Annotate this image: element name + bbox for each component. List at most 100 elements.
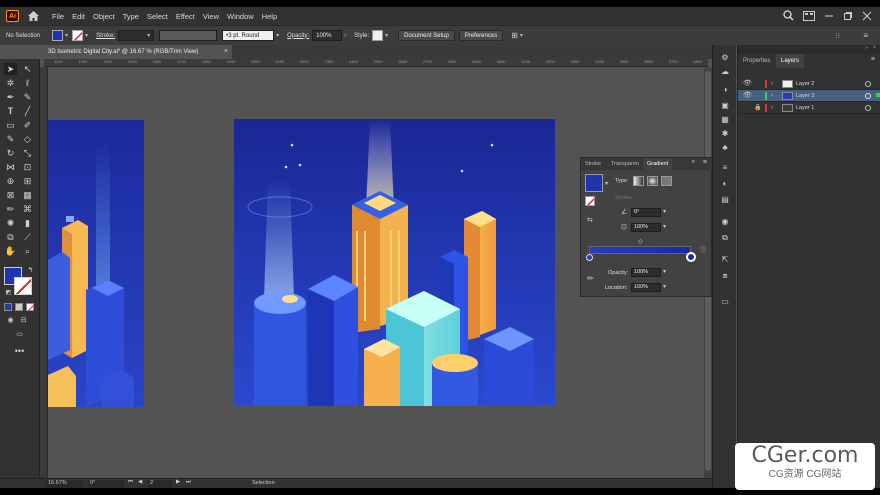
gradient-slider[interactable] (589, 246, 691, 254)
hand-tool-icon[interactable]: ✋ (4, 245, 17, 257)
direct-selection-icon[interactable]: ↖ (21, 63, 34, 75)
restore-icon[interactable] (843, 11, 853, 21)
color-mode-button[interactable] (4, 303, 12, 311)
symbol-sprayer-icon[interactable]: ✺ (4, 217, 17, 229)
panel-options-icon[interactable]: ⁝⁝ (836, 32, 840, 40)
close-tab-icon[interactable]: × (224, 45, 228, 59)
preferences-button[interactable]: Preferences (458, 30, 504, 41)
width-tool-icon[interactable]: ⋈ (4, 161, 17, 173)
delete-stop-icon[interactable]: 🗑 (699, 246, 708, 254)
lasso-icon[interactable]: ℓ (21, 77, 34, 89)
stroke-dropdown-icon[interactable]: ▾ (85, 32, 88, 39)
style-dropdown-icon[interactable]: ▾ (385, 32, 388, 39)
curvature-icon[interactable]: ✎ (21, 91, 34, 103)
mesh-tool-icon[interactable]: ⊠ (4, 189, 17, 201)
linear-gradient-button[interactable] (633, 176, 644, 186)
gradient-tool-icon[interactable]: ▦ (21, 189, 34, 201)
arrange-documents-icon[interactable] (803, 10, 815, 21)
rectangle-tool-icon[interactable]: ▭ (4, 119, 17, 131)
opacity-label[interactable]: Opacity: (287, 33, 309, 39)
properties-icon[interactable]: ⚙ (719, 53, 731, 63)
fill-swatch[interactable] (52, 30, 64, 41)
default-colors-icon[interactable]: ◩ (2, 287, 15, 299)
magic-wand-icon[interactable]: ✲ (4, 77, 17, 89)
selection-tool-icon[interactable]: ➤ (4, 63, 17, 75)
eyedropper-icon[interactable]: ✏ (587, 274, 594, 283)
expand-chevron-icon[interactable]: › (771, 102, 773, 114)
midpoint-diamond-icon[interactable]: ◇ (638, 238, 643, 245)
lock-icon[interactable]: 🔒 (754, 102, 761, 114)
status-mode[interactable]: Selection (252, 480, 275, 486)
panel-menu-icon[interactable]: ≡ (863, 31, 868, 40)
panel-menu-icon[interactable]: ≡ (703, 159, 707, 166)
fill-dropdown-icon[interactable]: ▾ (65, 32, 68, 39)
graphic-styles-icon[interactable]: ⧉ (719, 233, 731, 243)
shape-builder-icon[interactable]: ⊕ (4, 175, 17, 187)
column-graph-icon[interactable]: ▮ (21, 217, 34, 229)
swap-colors-icon[interactable]: ↰ (24, 265, 37, 277)
menu-window[interactable]: Window (227, 12, 254, 21)
last-artboard-icon[interactable]: ⏭ (186, 479, 191, 486)
layer-name[interactable]: Layer 2 (796, 78, 814, 90)
export-icon[interactable]: ⇱ (719, 255, 731, 265)
visibility-eye-icon[interactable]: 👁 (743, 90, 752, 102)
libraries-icon[interactable]: ☁ (719, 67, 731, 77)
reverse-gradient-icon[interactable]: ⇆ (587, 216, 593, 224)
stroke-color-box[interactable] (14, 277, 32, 295)
draw-mode-icon[interactable]: ◉ (4, 315, 17, 327)
artboard-1-artwork[interactable] (48, 120, 144, 407)
artboard-number-field[interactable]: 2 (148, 480, 172, 488)
symbols-icon[interactable]: ♣ (719, 143, 731, 153)
screen-mode-icon[interactable]: ⊟ (17, 315, 30, 327)
aspect-ratio-field[interactable]: 100% (631, 223, 661, 232)
visibility-eye-icon[interactable]: 👁 (743, 78, 752, 90)
tab-gradient[interactable]: Gradient (643, 158, 673, 170)
transparency-icon[interactable]: ◐ (719, 179, 731, 189)
brushes-icon[interactable]: ✱ (719, 129, 731, 139)
expand-chevron-icon[interactable]: › (771, 90, 773, 102)
shaper-icon[interactable]: ✎ (4, 133, 17, 145)
aspect-dropdown-icon[interactable]: ▾ (663, 223, 666, 230)
collapse-panel-icon[interactable]: » (692, 159, 695, 165)
rotate-icon[interactable]: ↻ (4, 147, 17, 159)
stop-location-field[interactable]: 100% (631, 283, 661, 292)
pen-tool-icon[interactable]: ✒ (4, 91, 17, 103)
chevron-down-icon[interactable]: ▾ (520, 32, 523, 39)
scale-icon[interactable]: ⤡ (21, 147, 34, 159)
stop-opacity-field[interactable]: 100% (631, 268, 661, 277)
close-icon[interactable] (862, 11, 872, 21)
zoom-tool-icon[interactable]: ⌕ (21, 245, 34, 257)
next-artboard-icon[interactable]: ▶ (176, 479, 180, 485)
paintbrush-icon[interactable]: ✐ (21, 119, 34, 131)
perspective-grid-icon[interactable]: ⊞ (21, 175, 34, 187)
variable-width-profile[interactable] (159, 30, 218, 41)
menu-effect[interactable]: Effect (176, 12, 195, 21)
blend-tool-icon[interactable]: ⌘ (21, 203, 34, 215)
expand-chevron-icon[interactable]: › (771, 78, 773, 90)
menu-select[interactable]: Select (147, 12, 168, 21)
freeform-gradient-button[interactable] (661, 176, 672, 186)
tab-layers[interactable]: Layers (776, 54, 805, 68)
collapse-dock-icon[interactable]: » (865, 45, 868, 51)
color-guide-icon[interactable]: ▣ (719, 101, 731, 111)
chevron-down-icon[interactable]: ▾ (276, 32, 279, 39)
gradient-fill-swatch[interactable] (585, 174, 603, 192)
menu-object[interactable]: Object (93, 12, 115, 21)
angle-dropdown-icon[interactable]: ▾ (663, 208, 666, 215)
target-circle-icon[interactable] (865, 81, 871, 87)
gradient-stroke-swatch[interactable] (585, 196, 595, 206)
menu-help[interactable]: Help (262, 12, 277, 21)
layer-name[interactable]: Layer 1 (796, 102, 814, 114)
target-circle-icon[interactable] (865, 105, 871, 111)
edit-toolbar-icon[interactable]: ••• (13, 345, 26, 357)
zoom-field[interactable]: 16.67% (46, 480, 82, 488)
menu-view[interactable]: View (203, 12, 219, 21)
menu-file[interactable]: File (52, 12, 64, 21)
free-transform-icon[interactable]: ⊡ (21, 161, 34, 173)
swatches-icon[interactable]: ▦ (719, 115, 731, 125)
menu-edit[interactable]: Edit (72, 12, 85, 21)
tab-transparency[interactable]: Transparen (611, 158, 639, 170)
layer-row[interactable]: 👁 › Layer 3 (738, 90, 880, 102)
minimize-icon[interactable] (824, 11, 834, 21)
layer-row[interactable]: 👁 › Layer 2 (738, 78, 880, 90)
